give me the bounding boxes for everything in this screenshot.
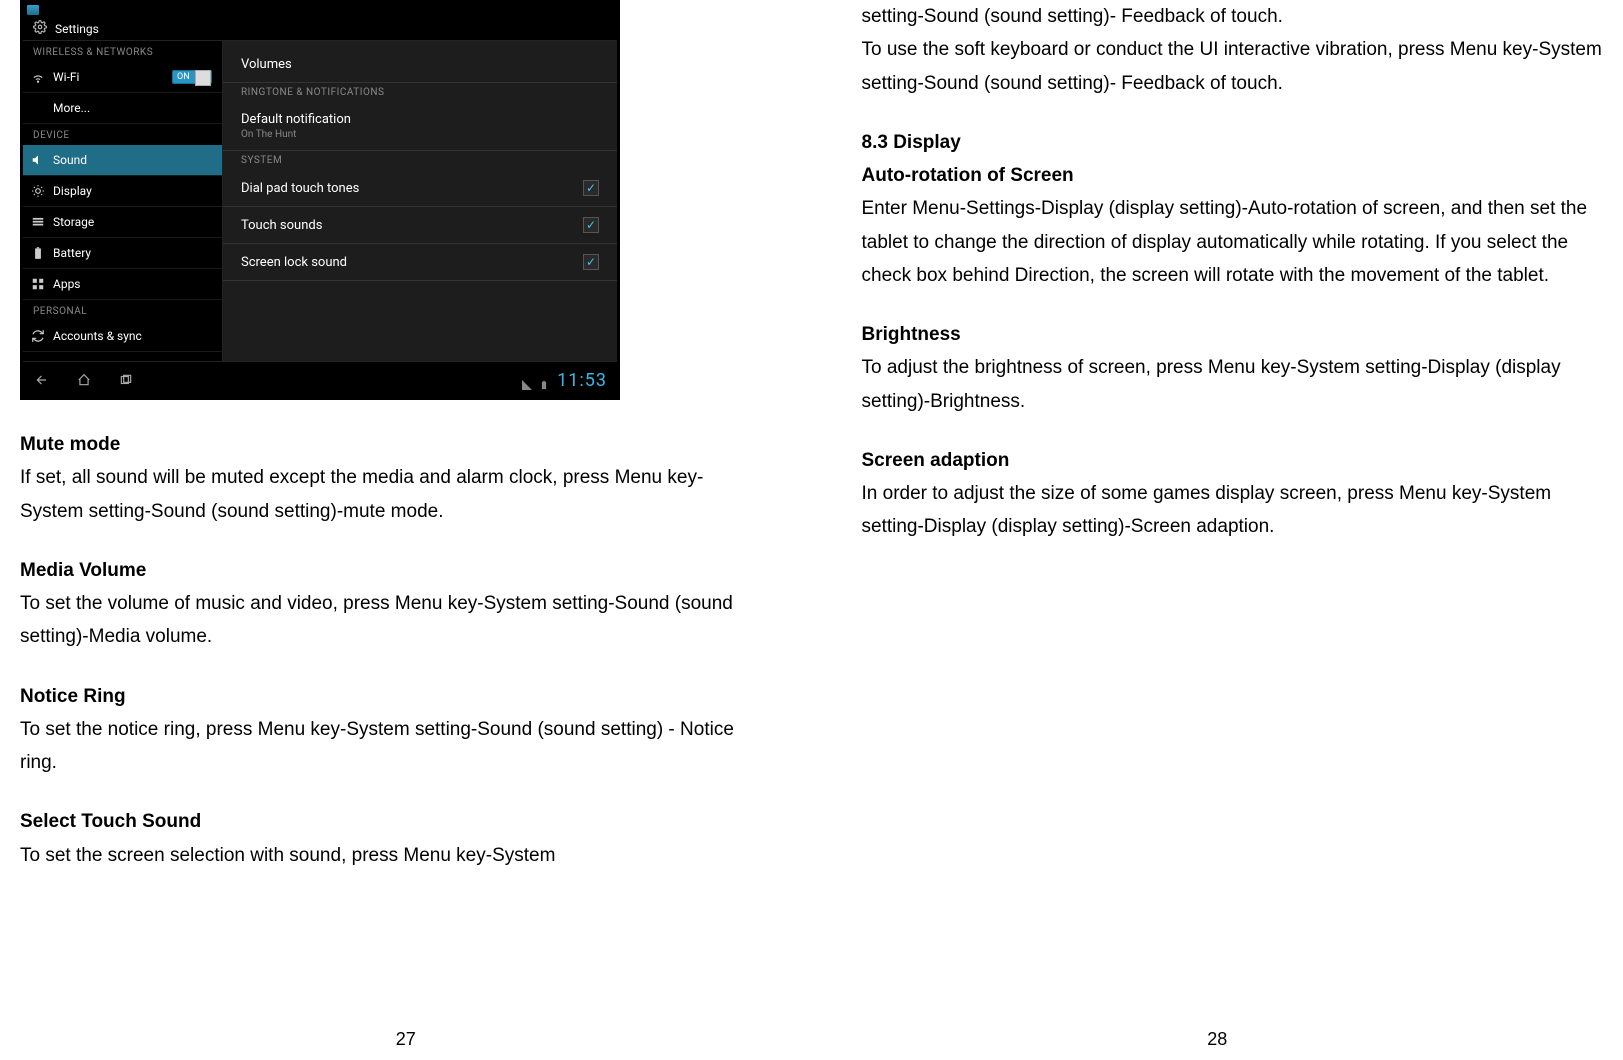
heading-8-3-display: 8.3 Display	[862, 126, 1604, 159]
battery-label: Battery	[53, 246, 91, 260]
sidebar-item-more[interactable]: More...	[23, 93, 222, 124]
para-media-volume: To set the volume of music and video, pr…	[20, 587, 762, 654]
display-icon	[31, 184, 45, 198]
settings-gear-icon	[33, 20, 47, 37]
storage-icon	[31, 215, 45, 229]
settings-sidebar: WIRELESS & NETWORKS Wi-Fi ON More... DEV…	[23, 41, 223, 363]
para-brightness: To adjust the brightness of screen, pres…	[862, 351, 1604, 418]
more-label: More...	[53, 101, 90, 115]
heading-notice-ring: Notice Ring	[20, 680, 762, 713]
para-mute-mode: If set, all sound will be muted except t…	[20, 461, 762, 528]
page-left: Settings WIRELESS & NETWORKS Wi-Fi ON Mo…	[0, 0, 812, 1060]
para-continued-1: setting-Sound (sound setting)- Feedback …	[862, 0, 1604, 33]
navigation-bar: 11:53	[23, 361, 617, 397]
sidebar-item-display[interactable]: Display	[23, 176, 222, 207]
system-tray: 11:53	[521, 370, 607, 391]
battery-status-icon	[539, 375, 551, 387]
panel-item-touch-sounds[interactable]: Touch sounds ✓	[223, 207, 617, 244]
clock-text: 11:53	[557, 370, 607, 391]
volumes-label: Volumes	[241, 57, 292, 72]
sidebar-item-storage[interactable]: Storage	[23, 207, 222, 238]
section-personal-header: PERSONAL	[23, 300, 222, 321]
para-notice-ring: To set the notice ring, press Menu key-S…	[20, 713, 762, 780]
dial-pad-label: Dial pad touch tones	[241, 181, 359, 196]
para-select-touch-sound: To set the screen selection with sound, …	[20, 839, 762, 872]
section-ringtone-header: RINGTONE & NOTIFICATIONS	[223, 83, 617, 102]
sidebar-item-wifi[interactable]: Wi-Fi ON	[23, 62, 222, 93]
sidebar-item-accounts[interactable]: Accounts & sync	[23, 321, 222, 352]
panel-item-screen-lock-sound[interactable]: Screen lock sound ✓	[223, 244, 617, 281]
sidebar-item-apps[interactable]: Apps	[23, 269, 222, 300]
heading-auto-rotation: Auto-rotation of Screen	[862, 159, 1604, 192]
touch-sounds-checkbox[interactable]: ✓	[583, 217, 599, 233]
status-bar	[23, 3, 617, 17]
wifi-switch[interactable]: ON	[172, 70, 212, 84]
para-screen-adaption: In order to adjust the size of some game…	[862, 477, 1604, 544]
apps-icon	[31, 277, 45, 291]
para-auto-rotation: Enter Menu-Settings-Display (display set…	[862, 192, 1604, 292]
page-number-right: 28	[1207, 1029, 1227, 1050]
para-continued-2: To use the soft keyboard or conduct the …	[862, 33, 1604, 100]
default-notification-value: On The Hunt	[241, 129, 351, 140]
default-notification-label: Default notification	[241, 112, 351, 127]
back-icon[interactable]	[33, 373, 51, 387]
android-settings-screenshot: Settings WIRELESS & NETWORKS Wi-Fi ON Mo…	[20, 0, 620, 400]
signal-icon	[521, 375, 533, 387]
page-right: setting-Sound (sound setting)- Feedback …	[812, 0, 1623, 1060]
storage-label: Storage	[53, 215, 94, 229]
sound-settings-panel: Volumes RINGTONE & NOTIFICATIONS Default…	[223, 41, 617, 363]
sound-icon	[31, 153, 45, 167]
page-number-left: 27	[396, 1029, 416, 1050]
heading-brightness: Brightness	[862, 318, 1604, 351]
sidebar-item-sound[interactable]: Sound	[23, 145, 222, 176]
heading-screen-adaption: Screen adaption	[862, 444, 1604, 477]
accounts-label: Accounts & sync	[53, 329, 142, 343]
panel-item-volumes[interactable]: Volumes	[223, 47, 617, 83]
panel-item-dial-pad-tones[interactable]: Dial pad touch tones ✓	[223, 170, 617, 207]
wifi-label: Wi-Fi	[53, 70, 79, 84]
section-device-header: DEVICE	[23, 124, 222, 145]
wifi-icon	[31, 70, 45, 84]
display-label: Display	[53, 184, 92, 198]
apps-label: Apps	[53, 277, 81, 291]
home-icon[interactable]	[75, 373, 93, 387]
screen-lock-checkbox[interactable]: ✓	[583, 254, 599, 270]
heading-media-volume: Media Volume	[20, 554, 762, 587]
screen-lock-label: Screen lock sound	[241, 255, 347, 270]
recents-icon[interactable]	[117, 373, 135, 387]
battery-icon	[31, 246, 45, 260]
heading-mute-mode: Mute mode	[20, 428, 762, 461]
dial-pad-checkbox[interactable]: ✓	[583, 180, 599, 196]
touch-sounds-label: Touch sounds	[241, 218, 322, 233]
recent-app-icon	[27, 5, 39, 15]
app-header: Settings	[23, 17, 617, 41]
section-system-header: SYSTEM	[223, 151, 617, 170]
panel-item-default-notification[interactable]: Default notification On The Hunt	[223, 102, 617, 151]
heading-select-touch-sound: Select Touch Sound	[20, 805, 762, 838]
sound-label: Sound	[53, 153, 87, 167]
app-title: Settings	[55, 22, 99, 36]
sync-icon	[31, 329, 45, 343]
sidebar-item-battery[interactable]: Battery	[23, 238, 222, 269]
section-wireless-header: WIRELESS & NETWORKS	[23, 41, 222, 62]
